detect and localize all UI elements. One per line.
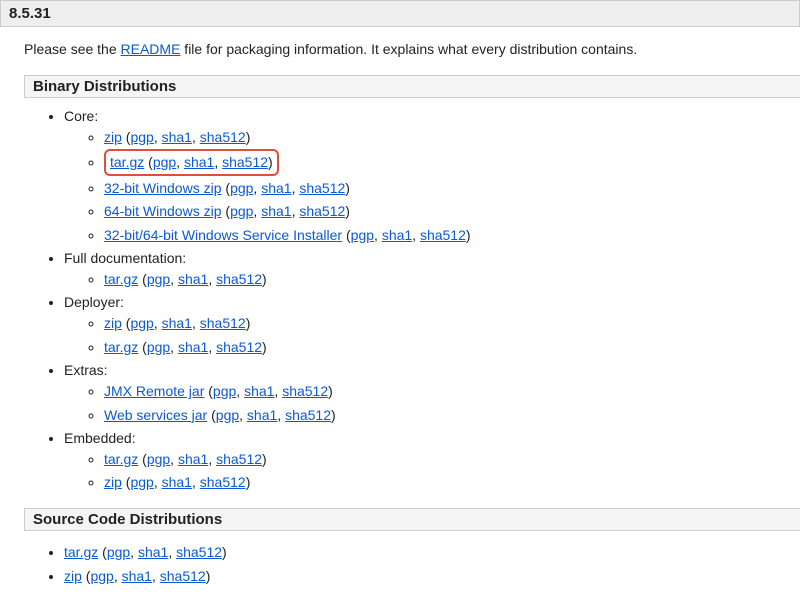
- group-label: Core:: [64, 108, 98, 124]
- binary-download-link[interactable]: zip: [104, 315, 122, 331]
- download-row: tar.gz (pgp, sha1, sha512): [64, 541, 800, 563]
- group-sublist: zip (pgp, sha1, sha512)tar.gz (pgp, sha1…: [64, 312, 800, 358]
- binary-sha512-link[interactable]: sha512: [222, 154, 268, 170]
- download-row: zip (pgp, sha1, sha512): [64, 565, 800, 587]
- binary-pgp-link[interactable]: pgp: [130, 129, 153, 145]
- group-label: Embedded:: [64, 430, 136, 446]
- binary-download-link[interactable]: tar.gz: [110, 154, 144, 170]
- intro-suffix: file for packaging information. It expla…: [180, 41, 637, 57]
- intro-prefix: Please see the: [24, 41, 121, 57]
- binary-sha512-link[interactable]: sha512: [200, 315, 246, 331]
- download-row: JMX Remote jar (pgp, sha1, sha512): [104, 380, 800, 402]
- binary-download-link[interactable]: 64-bit Windows zip: [104, 203, 222, 219]
- binary-pgp-link[interactable]: pgp: [351, 227, 374, 243]
- binary-pgp-link[interactable]: pgp: [153, 154, 176, 170]
- binary-sha512-link[interactable]: sha512: [216, 271, 262, 287]
- source-sha512-link[interactable]: sha512: [160, 568, 206, 584]
- binary-download-link[interactable]: Web services jar: [104, 407, 207, 423]
- binary-sha1-link[interactable]: sha1: [247, 407, 277, 423]
- binary-pgp-link[interactable]: pgp: [147, 271, 170, 287]
- download-row: zip (pgp, sha1, sha512): [104, 126, 800, 148]
- binary-distributions-list: Core:zip (pgp, sha1, sha512)tar.gz (pgp,…: [0, 108, 800, 494]
- group-label: Extras:: [64, 362, 108, 378]
- source-download-link[interactable]: zip: [64, 568, 82, 584]
- binary-sha1-link[interactable]: sha1: [178, 271, 208, 287]
- binary-sha512-link[interactable]: sha512: [299, 180, 345, 196]
- binary-download-link[interactable]: JMX Remote jar: [104, 383, 204, 399]
- binary-download-link[interactable]: zip: [104, 129, 122, 145]
- download-row: tar.gz (pgp, sha1, sha512): [104, 149, 800, 175]
- binary-sha512-link[interactable]: sha512: [216, 451, 262, 467]
- source-pgp-link[interactable]: pgp: [90, 568, 113, 584]
- download-row: 32-bit Windows zip (pgp, sha1, sha512): [104, 177, 800, 199]
- binary-sha1-link[interactable]: sha1: [178, 451, 208, 467]
- download-row: zip (pgp, sha1, sha512): [104, 471, 800, 493]
- binary-sha1-link[interactable]: sha1: [244, 383, 274, 399]
- binary-sha512-link[interactable]: sha512: [282, 383, 328, 399]
- group-sublist: tar.gz (pgp, sha1, sha512)zip (pgp, sha1…: [64, 448, 800, 494]
- download-row: 32-bit/64-bit Windows Service Installer …: [104, 224, 800, 246]
- download-row: tar.gz (pgp, sha1, sha512): [104, 448, 800, 470]
- binary-sha1-link[interactable]: sha1: [162, 474, 192, 490]
- binary-distributions-header: Binary Distributions: [24, 75, 800, 98]
- binary-sha1-link[interactable]: sha1: [178, 339, 208, 355]
- version-header: 8.5.31: [0, 0, 800, 27]
- source-distributions-list: tar.gz (pgp, sha1, sha512)zip (pgp, sha1…: [0, 541, 800, 588]
- binary-download-link[interactable]: tar.gz: [104, 339, 138, 355]
- binary-sha512-link[interactable]: sha512: [299, 203, 345, 219]
- download-row: tar.gz (pgp, sha1, sha512): [104, 268, 800, 290]
- binary-download-link[interactable]: tar.gz: [104, 451, 138, 467]
- binary-sha1-link[interactable]: sha1: [261, 180, 291, 196]
- binary-download-link[interactable]: 32-bit/64-bit Windows Service Installer: [104, 227, 342, 243]
- binary-download-link[interactable]: tar.gz: [104, 271, 138, 287]
- binary-sha1-link[interactable]: sha1: [382, 227, 412, 243]
- binary-pgp-link[interactable]: pgp: [230, 180, 253, 196]
- binary-sha1-link[interactable]: sha1: [162, 315, 192, 331]
- group-item: Deployer: zip (pgp, sha1, sha512)tar.gz (…: [64, 294, 800, 358]
- binary-sha512-link[interactable]: sha512: [285, 407, 331, 423]
- binary-sha512-link[interactable]: sha512: [200, 129, 246, 145]
- group-item: Extras: JMX Remote jar (pgp, sha1, sha512…: [64, 362, 800, 426]
- binary-pgp-link[interactable]: pgp: [130, 315, 153, 331]
- binary-sha512-link[interactable]: sha512: [420, 227, 466, 243]
- binary-pgp-link[interactable]: pgp: [147, 451, 170, 467]
- source-sha512-link[interactable]: sha512: [176, 544, 222, 560]
- source-sha1-link[interactable]: sha1: [122, 568, 152, 584]
- group-item: Full documentation: tar.gz (pgp, sha1, sh…: [64, 250, 800, 290]
- group-sublist: JMX Remote jar (pgp, sha1, sha512)Web se…: [64, 380, 800, 426]
- source-sha1-link[interactable]: sha1: [138, 544, 168, 560]
- group-label: Full documentation:: [64, 250, 186, 266]
- group-item: Embedded: tar.gz (pgp, sha1, sha512)zip (…: [64, 430, 800, 494]
- binary-download-link[interactable]: zip: [104, 474, 122, 490]
- binary-sha512-link[interactable]: sha512: [216, 339, 262, 355]
- group-item: Core: zip (pgp, sha1, sha512)tar.gz (pgp,…: [64, 108, 800, 246]
- source-pgp-link[interactable]: pgp: [107, 544, 130, 560]
- group-sublist: tar.gz (pgp, sha1, sha512): [64, 268, 800, 290]
- binary-sha1-link[interactable]: sha1: [261, 203, 291, 219]
- source-download-link[interactable]: tar.gz: [64, 544, 98, 560]
- download-row: Web services jar (pgp, sha1, sha512): [104, 404, 800, 426]
- group-label: Deployer:: [64, 294, 124, 310]
- binary-sha1-link[interactable]: sha1: [184, 154, 214, 170]
- download-row: tar.gz (pgp, sha1, sha512): [104, 336, 800, 358]
- download-row: 64-bit Windows zip (pgp, sha1, sha512): [104, 200, 800, 222]
- source-distributions-header: Source Code Distributions: [24, 508, 800, 531]
- binary-sha512-link[interactable]: sha512: [200, 474, 246, 490]
- binary-pgp-link[interactable]: pgp: [130, 474, 153, 490]
- group-sublist: zip (pgp, sha1, sha512)tar.gz (pgp, sha1…: [64, 126, 800, 246]
- binary-pgp-link[interactable]: pgp: [216, 407, 239, 423]
- binary-pgp-link[interactable]: pgp: [147, 339, 170, 355]
- binary-download-link[interactable]: 32-bit Windows zip: [104, 180, 222, 196]
- binary-pgp-link[interactable]: pgp: [213, 383, 236, 399]
- download-row: zip (pgp, sha1, sha512): [104, 312, 800, 334]
- binary-sha1-link[interactable]: sha1: [162, 129, 192, 145]
- readme-link[interactable]: README: [121, 41, 181, 57]
- binary-pgp-link[interactable]: pgp: [230, 203, 253, 219]
- intro-text: Please see the README file for packaging…: [0, 41, 800, 57]
